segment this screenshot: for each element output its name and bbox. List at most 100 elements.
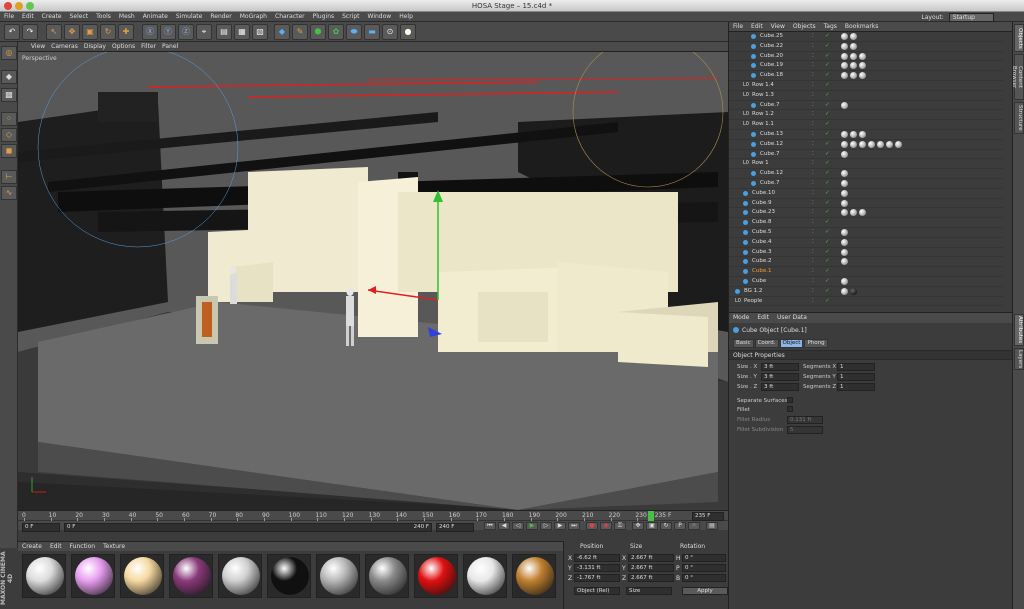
play-forward-icon[interactable]: ▶: [526, 522, 538, 530]
visibility-dots[interactable]: ⁚: [812, 228, 814, 237]
size-x-field[interactable]: 3 ft: [761, 363, 799, 371]
object-row[interactable]: Cube.4 ⁚ ✓: [729, 238, 1003, 248]
menu-animate[interactable]: Animate: [139, 12, 172, 22]
go-to-end-icon[interactable]: ⏭: [568, 522, 580, 530]
visibility-dots[interactable]: ⁚: [812, 179, 814, 188]
material-tag-icon[interactable]: [841, 52, 848, 60]
render-settings-icon[interactable]: ▧: [252, 24, 268, 40]
enabled-check-icon[interactable]: ✓: [825, 140, 830, 149]
visibility-dots[interactable]: ⁚: [812, 71, 814, 80]
render-picture-viewer-icon[interactable]: ▦: [234, 24, 250, 40]
floor-icon[interactable]: ▬: [364, 24, 380, 40]
viewport-menu-cameras[interactable]: Cameras: [48, 42, 81, 52]
material-tag-icon[interactable]: [850, 130, 857, 138]
edges-mode-icon[interactable]: ◇: [1, 128, 17, 142]
tab-attributes[interactable]: Attributes: [1014, 314, 1024, 346]
tab-content-browser[interactable]: Content Browser: [1011, 54, 1024, 100]
material-tag-icon[interactable]: [841, 42, 848, 50]
material-tag-icon[interactable]: [841, 189, 848, 197]
attribute-menu-edit[interactable]: Edit: [753, 313, 773, 323]
previous-frame-icon[interactable]: ◁: [512, 522, 524, 530]
object-row[interactable]: L0 People ⁚ ✓: [729, 297, 1003, 307]
object-row[interactable]: Cube.9 ⁚ ✓: [729, 199, 1003, 209]
material-tag-icon[interactable]: [850, 140, 857, 148]
material-slot[interactable]: [316, 554, 360, 598]
viewport-menu-display[interactable]: Display: [81, 42, 109, 52]
viewport-menu-filter[interactable]: Filter: [138, 42, 159, 52]
material-tag-icon[interactable]: [859, 140, 866, 148]
material-tag-icon[interactable]: [841, 248, 848, 256]
material-slot[interactable]: [169, 554, 213, 598]
object-row[interactable]: BG 1.2 ⁚ ✓: [729, 287, 1003, 297]
material-tag-icon[interactable]: [859, 130, 866, 138]
autokeying-icon[interactable]: ◉: [600, 522, 612, 530]
object-row[interactable]: Cube.18 ⁚ ✓: [729, 71, 1003, 81]
attribute-menu-user-data[interactable]: User Data: [773, 313, 811, 323]
material-tag-icon[interactable]: [841, 199, 848, 207]
viewport-menu-view[interactable]: View: [28, 42, 48, 52]
visibility-dots[interactable]: ⁚: [812, 169, 814, 178]
tab-object[interactable]: Object: [779, 339, 804, 348]
object-row[interactable]: Cube.8 ⁚ ✓: [729, 218, 1003, 228]
visibility-dots[interactable]: ⁚: [812, 238, 814, 247]
size-x-field[interactable]: 2.667 ft: [628, 554, 674, 562]
material-tag-icon[interactable]: [841, 150, 848, 158]
material-tag-icon[interactable]: [859, 62, 866, 70]
visibility-dots[interactable]: ⁚: [812, 287, 814, 296]
x-axis-lock-icon[interactable]: Ⓧ: [142, 24, 158, 40]
visibility-dots[interactable]: ⁚: [812, 297, 814, 306]
segments-x-field[interactable]: 1: [837, 363, 875, 371]
enabled-check-icon[interactable]: ✓: [825, 287, 830, 296]
visibility-dots[interactable]: ⁚: [812, 248, 814, 257]
material-tag-icon[interactable]: [841, 170, 848, 178]
fillet-subdivision-field[interactable]: 5: [787, 426, 823, 434]
layout-selector[interactable]: Layout: Startup: [921, 13, 994, 22]
separate-surfaces-checkbox[interactable]: [787, 397, 793, 403]
parameter-key-icon[interactable]: P: [674, 522, 686, 530]
timeline-layout-icon[interactable]: ▤: [706, 522, 718, 530]
size-z-field[interactable]: 2.667 ft: [628, 574, 674, 582]
size-z-field[interactable]: 3 ft: [761, 383, 799, 391]
spline-pen-icon[interactable]: ✎: [292, 24, 308, 40]
visibility-dots[interactable]: ⁚: [812, 140, 814, 149]
enabled-check-icon[interactable]: ✓: [825, 297, 830, 306]
visibility-dots[interactable]: ⁚: [812, 42, 814, 51]
size-y-field[interactable]: 3 ft: [761, 373, 799, 381]
fillet-radius-field[interactable]: 0.131 ft: [787, 416, 823, 424]
object-row[interactable]: Cube.7 ⁚ ✓: [729, 179, 1003, 189]
y-axis-lock-icon[interactable]: Ⓨ: [160, 24, 176, 40]
z-axis-lock-icon[interactable]: Ⓩ: [178, 24, 194, 40]
material-menu-edit[interactable]: Edit: [46, 542, 66, 551]
material-tag-icon[interactable]: [859, 52, 866, 60]
visibility-dots[interactable]: ⁚: [812, 208, 814, 217]
enabled-check-icon[interactable]: ✓: [825, 52, 830, 61]
material-tag-icon[interactable]: [850, 62, 857, 70]
object-row[interactable]: L0 Row 1.4 ⁚ ✓: [729, 81, 1003, 91]
perspective-viewport[interactable]: Perspective: [18, 52, 728, 510]
snapping-icon[interactable]: ∿: [1, 186, 17, 200]
object-row[interactable]: Cube.3 ⁚ ✓: [729, 248, 1003, 258]
material-tag-icon[interactable]: [841, 287, 848, 295]
enabled-check-icon[interactable]: ✓: [825, 130, 830, 139]
material-tag-icon[interactable]: [850, 72, 857, 80]
object-row[interactable]: L0 Row 1.1 ⁚ ✓: [729, 120, 1003, 130]
size-mode-dropdown[interactable]: Size: [626, 587, 672, 595]
material-tag-icon[interactable]: [841, 130, 848, 138]
array-icon[interactable]: ✿: [328, 24, 344, 40]
position-key-icon[interactable]: ✥: [632, 522, 644, 530]
fillet-checkbox[interactable]: [787, 406, 793, 412]
material-tag-icon[interactable]: [850, 52, 857, 60]
render-view-icon[interactable]: ▤: [216, 24, 232, 40]
zoom-window-icon[interactable]: [26, 2, 34, 10]
material-slot[interactable]: [120, 554, 164, 598]
menu-file[interactable]: File: [0, 12, 18, 22]
object-row[interactable]: L0 Row 1 ⁚ ✓: [729, 159, 1003, 170]
material-tag-icon[interactable]: [859, 72, 866, 80]
rotation-b-field[interactable]: 0 °: [682, 574, 726, 582]
position-x-field[interactable]: -6.62 ft: [574, 554, 620, 562]
go-to-start-icon[interactable]: ⏮: [484, 522, 496, 530]
object-menu-tags[interactable]: Tags: [820, 22, 841, 32]
visibility-dots[interactable]: ⁚: [812, 257, 814, 266]
visibility-dots[interactable]: ⁚: [812, 199, 814, 208]
enabled-check-icon[interactable]: ✓: [825, 81, 830, 90]
